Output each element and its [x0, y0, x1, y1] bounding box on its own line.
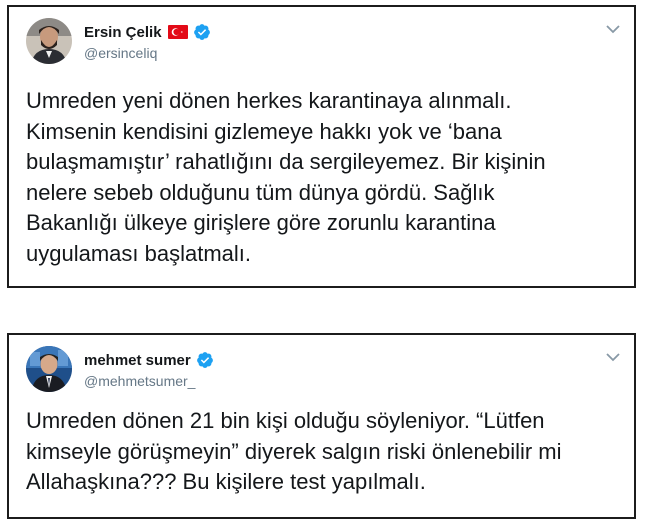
- author-name[interactable]: Ersin Çelik: [84, 24, 162, 41]
- tweet-card: mehmet sumer @mehmetsumer_ Umreden dönen…: [7, 333, 636, 519]
- chevron-down-icon[interactable]: [606, 21, 620, 34]
- tweet-card: Ersin Çelik @ersinceliq Umreden yeni dön…: [7, 5, 636, 288]
- author-handle[interactable]: @ersinceliq: [84, 45, 157, 61]
- tweet-text: Umreden yeni dönen herkes karantinaya al…: [26, 88, 546, 266]
- turkey-flag-icon: [167, 25, 188, 39]
- verified-badge-icon: [193, 23, 211, 41]
- chevron-down-icon[interactable]: [606, 349, 620, 362]
- avatar[interactable]: [26, 18, 72, 64]
- avatar[interactable]: [26, 346, 72, 392]
- verified-badge-icon: [196, 351, 214, 369]
- author-handle[interactable]: @mehmetsumer_: [84, 373, 195, 389]
- tweet-text: Umreden dönen 21 bin kişi olduğu söyleni…: [26, 408, 562, 494]
- author-name[interactable]: mehmet sumer: [84, 352, 191, 369]
